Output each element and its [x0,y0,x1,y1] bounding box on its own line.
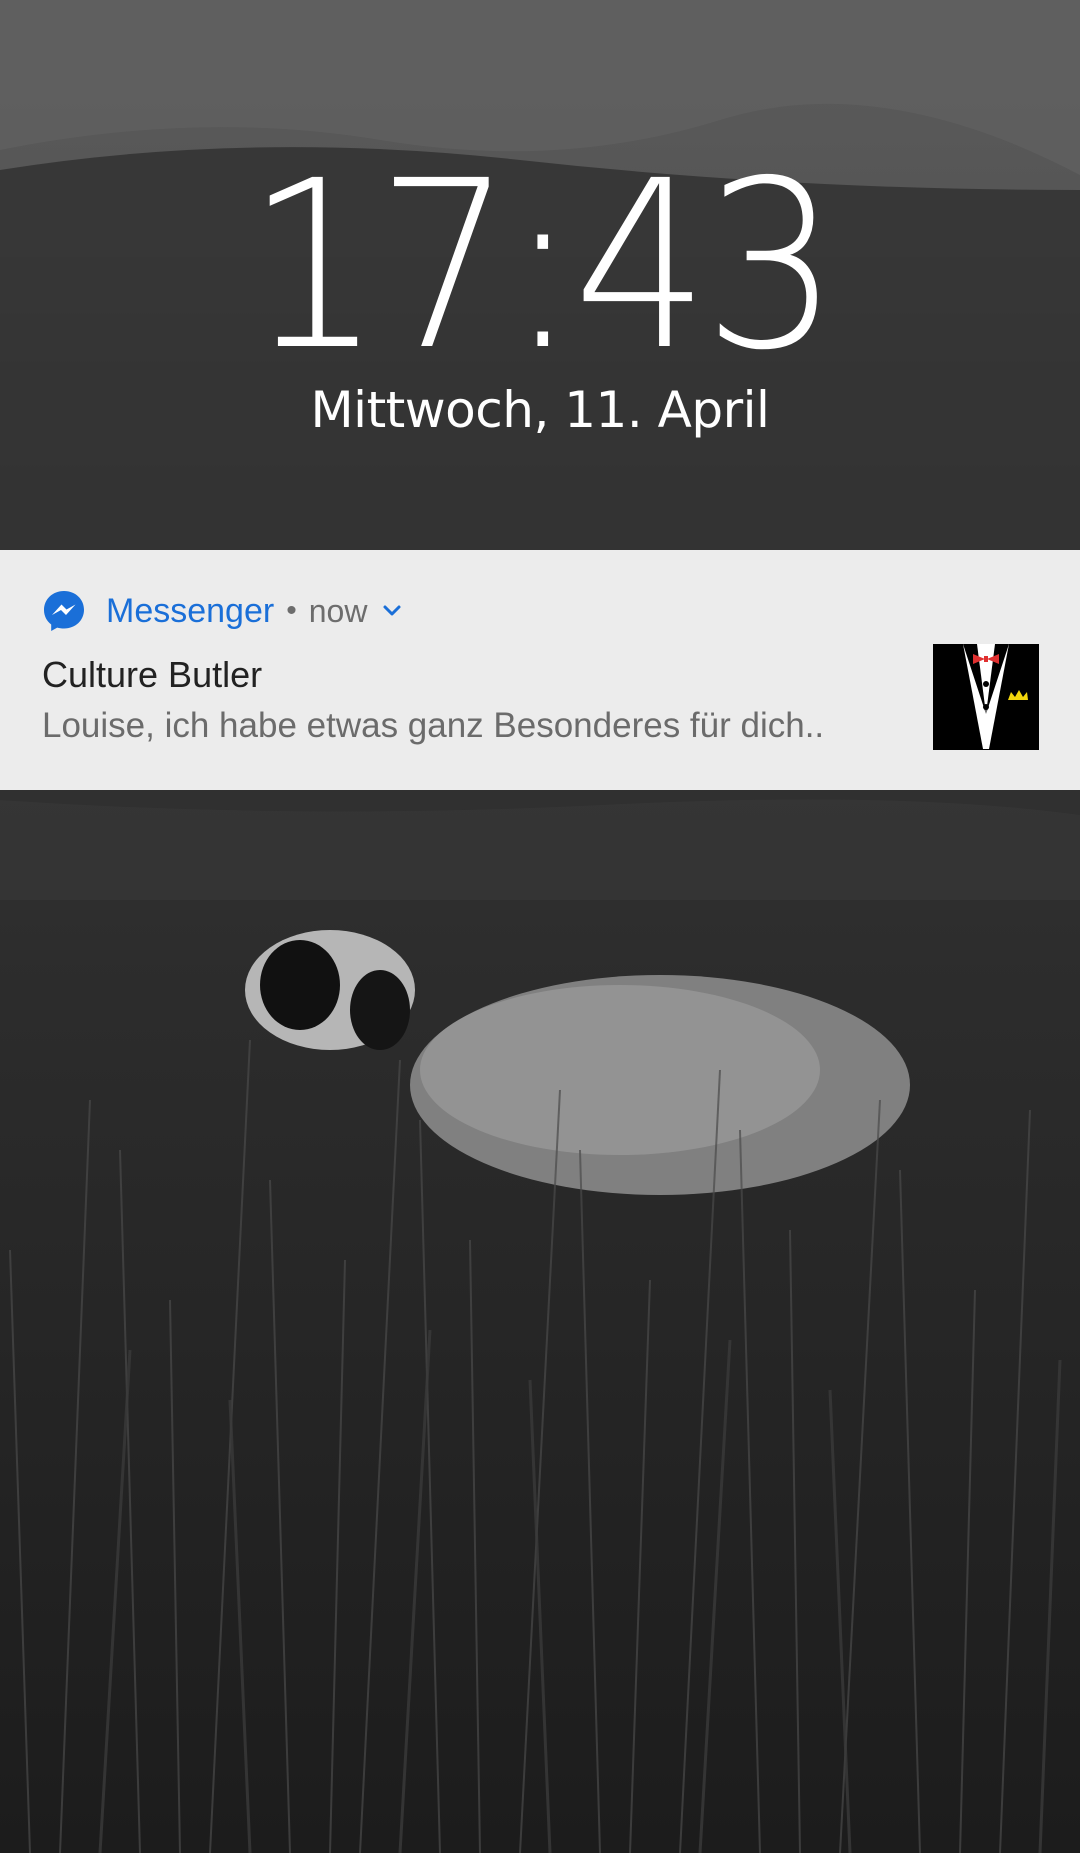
chevron-down-icon[interactable] [381,600,403,622]
lockscreen-clock: 17:43 [246,131,839,401]
notification-header: Messenger • now [42,586,403,636]
notification-text: Louise, ich habe etwas ganz Besonderes f… [42,706,825,745]
app-name: Messenger [106,591,275,630]
tuxedo-avatar [933,644,1039,750]
messenger-notification[interactable]: Messenger • now Culture Butler Louise, i… [0,550,1080,790]
header-separator: • [286,594,297,627]
notification-title: Culture Butler [42,654,263,695]
lockscreen-date: Mittwoch, 11. April [310,381,770,439]
messenger-icon [42,589,86,633]
notification-time: now [308,592,368,629]
